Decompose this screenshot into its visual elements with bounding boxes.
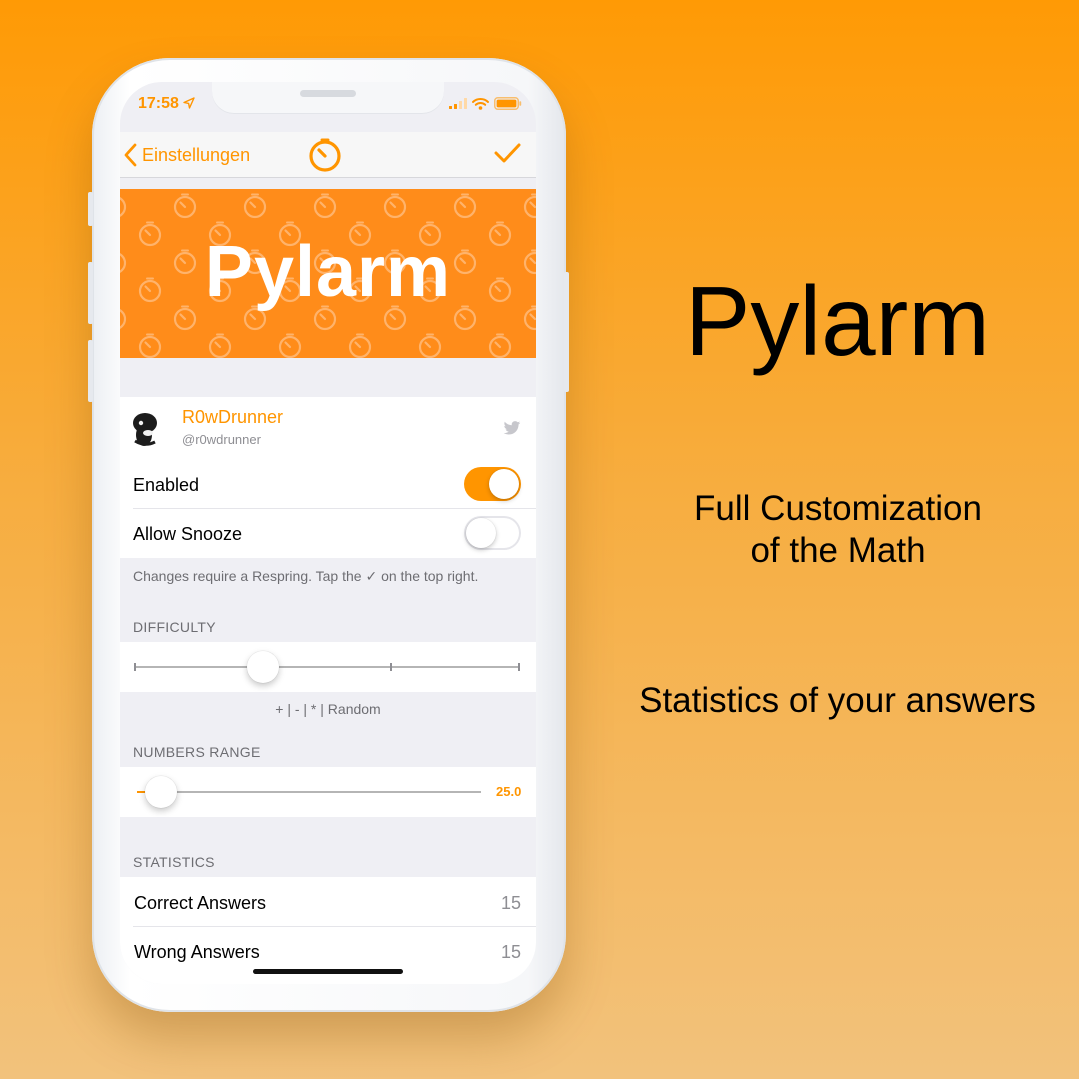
promo-feature-customization: Full Customization of the Math <box>638 488 1038 572</box>
checkmark-icon[interactable] <box>492 138 522 168</box>
back-button-label: Einstellungen <box>142 144 251 165</box>
pattern-row-1 <box>120 193 536 219</box>
numbers-range-value-text: 25.0 <box>496 784 522 799</box>
phone-volume-down <box>88 340 93 402</box>
phone-screen: 17:58 Einstellungen Pylarm R0wDrunner @r… <box>120 82 536 984</box>
difficulty-tick <box>134 663 136 671</box>
cellular-signal-icon <box>449 98 467 109</box>
enabled-toggle-knob <box>489 469 519 499</box>
developer-name: R0wDrunner <box>182 407 284 427</box>
numbers-range-track[interactable] <box>137 791 481 793</box>
enabled-label: Enabled <box>133 475 200 495</box>
developer-avatar <box>133 413 157 446</box>
status-time: 17:58 <box>138 95 196 113</box>
battery-icon <box>494 97 522 110</box>
pylarm-banner: Pylarm <box>120 189 536 358</box>
developer-handle: @r0wdrunner <box>182 432 261 447</box>
difficulty-slider-track[interactable] <box>134 666 520 668</box>
difficulty-tick <box>390 663 392 671</box>
promo-feature-line1: Full Customization <box>694 489 982 528</box>
pattern-row-6 <box>138 333 512 358</box>
wrong-answers-label: Wrong Answers <box>134 942 260 962</box>
status-indicators <box>449 97 522 110</box>
wrong-answers-value: 15 <box>500 942 521 962</box>
numbers-range-value: 25.0 <box>496 784 522 799</box>
allow-snooze-toggle[interactable] <box>464 516 521 550</box>
home-indicator[interactable] <box>253 969 403 974</box>
phone-power-button <box>564 272 569 392</box>
difficulty-options: + | - | * | Random <box>275 701 381 717</box>
correct-answers-value: 15 <box>500 893 521 913</box>
numbers-range-slider-cell: 25.0 <box>120 767 536 817</box>
difficulty-header: DIFFICULTY <box>133 619 216 635</box>
difficulty-slider-cell <box>120 642 536 692</box>
promo-feature-line2: of the Math <box>750 531 926 570</box>
twitter-bird-icon <box>503 421 521 435</box>
numbers-range-header: NUMBERS RANGE <box>133 744 261 760</box>
promo-feature-statistics: Statistics of your answers <box>639 681 1036 720</box>
location-arrow-icon <box>183 97 196 109</box>
notch <box>212 82 444 114</box>
wifi-icon <box>472 97 489 110</box>
difficulty-slider-knob[interactable] <box>247 651 279 683</box>
statistics-header: STATISTICS <box>133 854 215 870</box>
allow-snooze-toggle-knob <box>466 518 496 548</box>
banner-title: Pylarm <box>204 232 452 312</box>
numbers-range-slider-knob[interactable] <box>145 776 177 808</box>
navigation-bar: Einstellungen <box>120 132 536 178</box>
difficulty-tick <box>518 663 520 671</box>
back-button[interactable]: Einstellungen <box>124 140 250 170</box>
settings-separator <box>133 508 536 509</box>
statistics-separator <box>133 926 536 927</box>
correct-answers-label: Correct Answers <box>134 893 267 913</box>
settings-group: Enabled Allow Snooze <box>120 459 536 558</box>
statistics-group: Correct Answers 15 Wrong Answers 15 <box>120 877 536 984</box>
enabled-toggle[interactable] <box>464 467 521 501</box>
developer-cell[interactable]: R0wDrunner @r0wdrunner <box>120 397 536 459</box>
phone-mute-switch <box>88 192 93 226</box>
allow-snooze-label: Allow Snooze <box>133 524 243 544</box>
respring-note: Changes require a Respring. Tap the ✓ on… <box>133 568 479 584</box>
timer-logo-icon <box>309 138 341 172</box>
promo-title: Pylarm <box>685 266 990 376</box>
chevron-left-icon <box>124 143 137 167</box>
phone-volume-up <box>88 262 93 324</box>
status-time-text: 17:58 <box>138 95 179 112</box>
speaker-grille <box>300 90 356 97</box>
